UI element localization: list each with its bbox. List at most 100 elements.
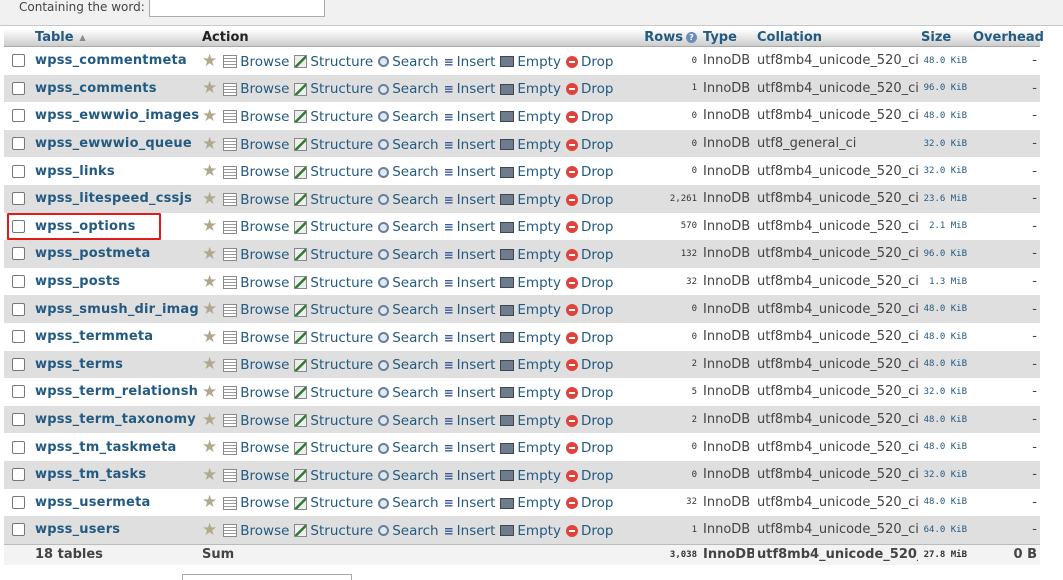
structure-action-link[interactable]: Structure <box>294 523 373 539</box>
row-checkbox[interactable] <box>11 302 25 316</box>
drop-action-link[interactable]: Drop <box>565 164 613 180</box>
empty-action-link[interactable]: Empty <box>500 275 561 291</box>
table-name-link[interactable]: wpss_litespeed_cssjs <box>35 191 192 206</box>
empty-action-link[interactable]: Empty <box>500 495 561 511</box>
row-checkbox[interactable] <box>11 192 25 206</box>
search-action-link[interactable]: Search <box>378 330 439 346</box>
drop-action-link[interactable]: Drop <box>565 275 613 291</box>
structure-action-link[interactable]: Structure <box>294 468 373 484</box>
browse-action-link[interactable]: Browse <box>223 137 289 153</box>
empty-action-link[interactable]: Empty <box>500 523 561 539</box>
structure-action-link[interactable]: Structure <box>294 357 373 373</box>
size-value[interactable]: 32.0 KiB <box>918 157 970 185</box>
drop-action-link[interactable]: Drop <box>565 81 613 97</box>
search-action-link[interactable]: Search <box>378 54 439 70</box>
header-type[interactable]: Type <box>700 29 754 47</box>
search-action-link[interactable]: Search <box>378 275 439 291</box>
empty-action-link[interactable]: Empty <box>500 164 561 180</box>
insert-action-link[interactable]: ≡ Insert <box>444 81 496 97</box>
empty-action-link[interactable]: Empty <box>500 54 561 70</box>
star-icon[interactable]: ★ <box>202 382 217 402</box>
insert-action-link[interactable]: ≡ Insert <box>444 523 496 539</box>
drop-action-link[interactable]: Drop <box>565 413 613 429</box>
size-value[interactable]: 1.3 MiB <box>918 267 970 296</box>
drop-action-link[interactable]: Drop <box>565 330 613 346</box>
structure-action-link[interactable]: Structure <box>294 440 373 456</box>
structure-action-link[interactable]: Structure <box>294 495 373 511</box>
table-name-link[interactable]: wpss_users <box>35 522 120 537</box>
empty-action-link[interactable]: Empty <box>500 137 561 153</box>
browse-action-link[interactable]: Browse <box>223 302 289 318</box>
browse-action-link[interactable]: Browse <box>223 219 289 235</box>
insert-action-link[interactable]: ≡ Insert <box>444 357 496 373</box>
empty-action-link[interactable]: Empty <box>500 81 561 97</box>
browse-action-link[interactable]: Browse <box>223 54 289 70</box>
table-name-link[interactable]: wpss_posts <box>35 274 120 289</box>
structure-action-link[interactable]: Structure <box>294 81 373 97</box>
search-action-link[interactable]: Search <box>378 219 439 235</box>
table-name-link[interactable]: wpss_comments <box>35 81 157 96</box>
browse-action-link[interactable]: Browse <box>223 523 289 539</box>
sort-ascending-icon[interactable]: ▲ <box>80 33 86 42</box>
star-icon[interactable]: ★ <box>202 244 217 264</box>
search-action-link[interactable]: Search <box>378 440 439 456</box>
star-icon[interactable]: ★ <box>202 78 217 98</box>
insert-action-link[interactable]: ≡ Insert <box>444 330 496 346</box>
empty-action-link[interactable]: Empty <box>500 109 561 125</box>
structure-action-link[interactable]: Structure <box>294 413 373 429</box>
table-name-link[interactable]: wpss_ewwwio_images <box>35 108 199 123</box>
search-action-link[interactable]: Search <box>378 81 439 97</box>
size-value[interactable]: 48.0 KiB <box>918 405 970 434</box>
size-value[interactable]: 64.0 KiB <box>918 516 970 545</box>
star-icon[interactable]: ★ <box>202 299 217 319</box>
size-value[interactable]: 48.0 KiB <box>918 46 970 75</box>
search-action-link[interactable]: Search <box>378 385 439 401</box>
size-value[interactable]: 32.0 KiB <box>918 460 970 489</box>
star-icon[interactable]: ★ <box>202 354 217 374</box>
browse-action-link[interactable]: Browse <box>223 164 289 180</box>
size-value[interactable]: 48.0 KiB <box>918 295 970 323</box>
table-name-link[interactable]: wpss_term_taxonomy <box>35 412 196 427</box>
drop-action-link[interactable]: Drop <box>565 54 613 70</box>
structure-action-link[interactable]: Structure <box>294 330 373 346</box>
empty-action-link[interactable]: Empty <box>500 247 561 263</box>
row-checkbox[interactable] <box>11 440 25 454</box>
bottom-select-edge[interactable] <box>182 574 352 580</box>
drop-action-link[interactable]: Drop <box>565 495 613 511</box>
insert-action-link[interactable]: ≡ Insert <box>444 468 496 484</box>
drop-action-link[interactable]: Drop <box>565 109 613 125</box>
insert-action-link[interactable]: ≡ Insert <box>444 247 496 263</box>
size-value[interactable]: 23.6 MiB <box>918 184 970 213</box>
header-collation[interactable]: Collation <box>754 29 918 47</box>
browse-action-link[interactable]: Browse <box>223 81 289 97</box>
drop-action-link[interactable]: Drop <box>565 302 613 318</box>
row-checkbox[interactable] <box>11 523 25 537</box>
structure-action-link[interactable]: Structure <box>294 164 373 180</box>
star-icon[interactable]: ★ <box>202 161 217 181</box>
browse-action-link[interactable]: Browse <box>223 385 289 401</box>
structure-action-link[interactable]: Structure <box>294 219 373 235</box>
header-size[interactable]: Size <box>918 29 970 47</box>
search-action-link[interactable]: Search <box>378 137 439 153</box>
search-action-link[interactable]: Search <box>378 495 439 511</box>
empty-action-link[interactable]: Empty <box>500 468 561 484</box>
structure-action-link[interactable]: Structure <box>294 247 373 263</box>
empty-action-link[interactable]: Empty <box>500 385 561 401</box>
structure-action-link[interactable]: Structure <box>294 54 373 70</box>
drop-action-link[interactable]: Drop <box>565 247 613 263</box>
row-checkbox[interactable] <box>11 413 25 427</box>
browse-action-link[interactable]: Browse <box>223 440 289 456</box>
star-icon[interactable]: ★ <box>202 465 217 485</box>
size-value[interactable]: 48.0 KiB <box>918 488 970 517</box>
empty-action-link[interactable]: Empty <box>500 413 561 429</box>
search-action-link[interactable]: Search <box>378 523 439 539</box>
drop-action-link[interactable]: Drop <box>565 385 613 401</box>
star-icon[interactable]: ★ <box>202 134 217 154</box>
row-checkbox[interactable] <box>11 54 25 68</box>
header-overhead[interactable]: Overhead <box>970 29 1044 47</box>
insert-action-link[interactable]: ≡ Insert <box>444 275 496 291</box>
drop-action-link[interactable]: Drop <box>565 440 613 456</box>
browse-action-link[interactable]: Browse <box>223 357 289 373</box>
table-name-link[interactable]: wpss_termmeta <box>35 329 153 344</box>
star-icon[interactable]: ★ <box>202 51 217 71</box>
